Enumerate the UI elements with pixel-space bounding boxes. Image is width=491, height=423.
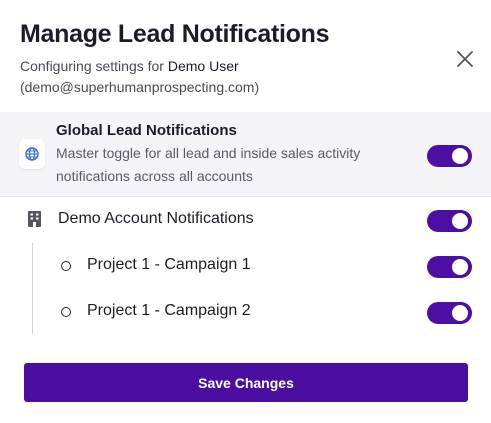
subtitle-prefix: Configuring settings for <box>20 58 168 74</box>
manage-lead-notifications-modal: Manage Lead Notifications Configuring se… <box>0 0 491 423</box>
account-notifications-toggle[interactable] <box>427 210 472 232</box>
toggle-knob <box>452 148 468 164</box>
subtitle-user-email: (demo@superhumanprospecting.com) <box>20 79 260 95</box>
campaign-bullet-icon <box>61 307 71 317</box>
modal-title: Manage Lead Notifications <box>20 20 330 48</box>
tree-connector-line <box>32 243 33 334</box>
toggle-knob <box>452 213 468 229</box>
global-notifications-description: Master toggle for all lead and inside sa… <box>56 145 361 184</box>
campaign-1-toggle[interactable] <box>427 256 472 278</box>
campaign-2-toggle[interactable] <box>427 302 472 324</box>
toggle-knob <box>452 259 468 275</box>
global-icon-box <box>19 139 45 169</box>
save-changes-button[interactable]: Save Changes <box>24 363 468 402</box>
close-button[interactable] <box>454 48 476 70</box>
modal-subtitle: Configuring settings for Demo User (demo… <box>20 56 430 98</box>
global-notifications-row: Global Lead Notifications Master toggle … <box>0 112 491 197</box>
global-notifications-toggle[interactable] <box>427 145 472 167</box>
campaign-2-label: Project 1 - Campaign 2 <box>87 302 251 319</box>
subtitle-user-name: Demo User <box>167 58 239 74</box>
globe-icon <box>25 147 39 161</box>
building-icon <box>28 211 41 227</box>
toggle-knob <box>452 305 468 321</box>
close-icon <box>457 51 473 67</box>
account-notifications-label: Demo Account Notifications <box>58 210 254 227</box>
campaign-bullet-icon <box>61 261 71 271</box>
campaign-1-label: Project 1 - Campaign 1 <box>87 256 251 273</box>
global-notifications-title: Global Lead Notifications <box>56 122 237 139</box>
